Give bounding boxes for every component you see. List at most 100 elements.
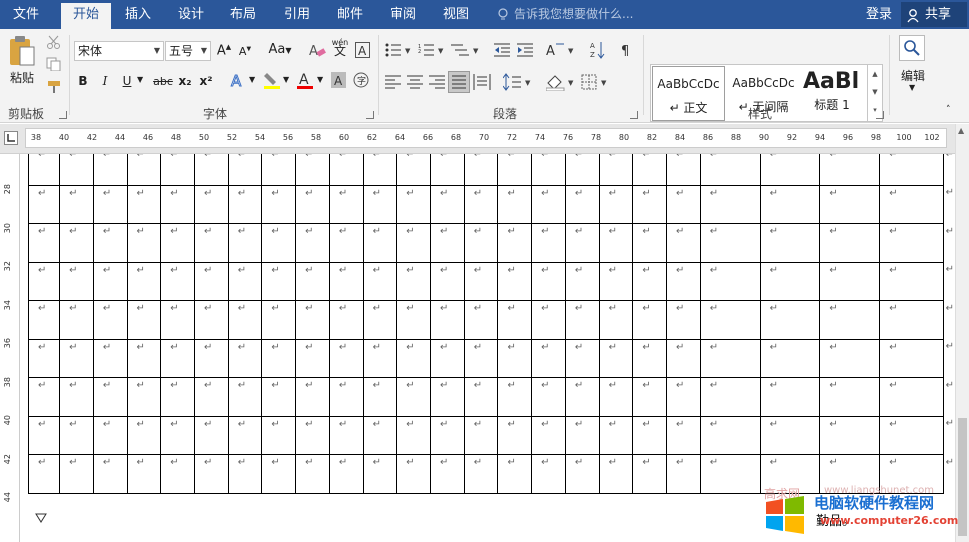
table-cell[interactable]: ↵ [295, 338, 330, 378]
table-cell[interactable]: ↵ [328, 454, 364, 494]
table-cell[interactable]: ↵ [160, 223, 195, 263]
table-cell[interactable]: ↵ [126, 223, 162, 263]
table-cell[interactable]: ↵ [160, 377, 195, 417]
table-cell[interactable]: ↵ [295, 223, 330, 263]
table-cell[interactable]: ↵ [362, 415, 398, 455]
table[interactable]: ↵ ↵ ↵ ↵ ↵ ↵ ↵ ↵ ↵ ↵ ↵ ↵ ↵ ↵ ↵ ↵ ↵ ↵ ↵ ↵ ↵ ↵ ↵ ↵ ↵ ↵ ↵ ↵ ↵ ↵ ↵ ↵ ↵ ↵ ↵ ↵ ↵ ↵ ↵ ↵… [27, 154, 955, 494]
table-cell[interactable]: ↵ [632, 377, 668, 417]
table-cell[interactable]: ↵ [879, 415, 944, 455]
font-color-dropdown[interactable]: ▼ [317, 75, 323, 84]
style-heading-1[interactable]: AaBl 标题 1 [801, 66, 863, 121]
table-cell[interactable]: ↵ [362, 338, 398, 378]
table-cell[interactable]: ↵ [819, 261, 881, 301]
cut-icon[interactable] [46, 35, 62, 49]
table-cell[interactable]: ↵ [59, 261, 94, 301]
table-cell[interactable]: ↵ [261, 300, 297, 340]
tab-selector[interactable] [4, 131, 18, 145]
distributed-icon[interactable] [473, 74, 491, 90]
enclose-characters-icon[interactable]: 字 [353, 72, 369, 88]
table-cell[interactable]: ↵ [160, 338, 195, 378]
table-cell[interactable]: ↵ [126, 261, 162, 301]
table-cell[interactable]: ↵ [759, 338, 821, 378]
table-cell[interactable]: ↵ [699, 154, 761, 186]
table-cell[interactable]: ↵ [227, 454, 263, 494]
table-cell[interactable]: ↵ [396, 454, 431, 494]
change-case-button[interactable]: Aa▼ [266, 42, 294, 57]
table-cell[interactable]: ↵ [59, 415, 94, 455]
table-cell[interactable]: ↵ [261, 454, 297, 494]
table-cell[interactable]: ↵ [160, 184, 195, 224]
table-cell[interactable]: ↵ [497, 154, 533, 186]
table-cell[interactable]: ↵ [362, 261, 398, 301]
table-cell[interactable]: ↵ [328, 338, 364, 378]
strikethrough-button[interactable]: abc [152, 75, 174, 88]
table-cell[interactable]: ↵ [92, 184, 128, 224]
table-cell[interactable]: ↵ [295, 377, 330, 417]
table-cell[interactable]: ↵ [92, 338, 128, 378]
table-cell[interactable]: ↵ [362, 377, 398, 417]
table-cell[interactable]: ↵ [261, 415, 297, 455]
table-cell[interactable]: ↵ [227, 223, 263, 263]
table-cell[interactable]: ↵ [328, 154, 364, 186]
tab-review[interactable]: 审阅 [380, 0, 426, 29]
table-cell[interactable]: ↵ [564, 300, 600, 340]
table-cell[interactable]: ↵ [819, 300, 881, 340]
table-cell[interactable]: ↵ [564, 184, 600, 224]
tab-design[interactable]: 设计 [168, 0, 214, 29]
sort-icon[interactable]: AZ [590, 40, 606, 60]
table-cell[interactable]: ↵ [819, 377, 881, 417]
table-cell[interactable]: ↵ [27, 454, 61, 494]
table-cell[interactable]: ↵ [463, 223, 499, 263]
search-icon[interactable] [899, 35, 925, 61]
table-cell[interactable]: ↵ [396, 338, 431, 378]
text-effects-dropdown[interactable]: ▼ [249, 75, 255, 84]
decrease-indent-icon[interactable] [494, 43, 510, 57]
table-cell[interactable]: ↵ [819, 338, 881, 378]
table-cell[interactable]: ↵ [666, 223, 701, 263]
table-cell[interactable]: ↵ [531, 300, 566, 340]
table-cell[interactable]: ↵ [759, 377, 821, 417]
table-cell[interactable]: ↵ [598, 184, 634, 224]
table-cell[interactable]: ↵ [396, 184, 431, 224]
table-cell[interactable]: ↵ [598, 154, 634, 186]
table-cell[interactable]: ↵ [328, 377, 364, 417]
table-cell[interactable]: ↵ [666, 261, 701, 301]
table-cell[interactable]: ↵ [463, 184, 499, 224]
character-shading-icon[interactable]: A [331, 72, 346, 88]
table-cell[interactable]: ↵ [27, 184, 61, 224]
table-cell[interactable]: ↵ [598, 415, 634, 455]
table-cell[interactable]: ↵ [92, 154, 128, 186]
table-cell[interactable]: ↵ [193, 300, 229, 340]
table-cell[interactable]: ↵ [295, 154, 330, 186]
document-area[interactable]: ↵ ↵ ↵ ↵ ↵ ↵ ↵ ↵ ↵ ↵ ↵ ↵ ↵ ↵ ↵ ↵ ↵ ↵ ↵ ↵ ↵ ↵ ↵ ↵ ↵ ↵ ↵ ↵ ↵ ↵ ↵ ↵ ↵ ↵ ↵ ↵ ↵ ↵ ↵ ↵… [21, 154, 955, 542]
borders-icon[interactable]: ▼ [581, 73, 611, 91]
table-cell[interactable]: ↵ [227, 261, 263, 301]
table-cell[interactable]: ↵ [598, 261, 634, 301]
table-cell[interactable]: ↵ [193, 338, 229, 378]
table-cell[interactable]: ↵ [126, 454, 162, 494]
table-cell[interactable]: ↵ [463, 454, 499, 494]
table-cell[interactable]: ↵ [396, 223, 431, 263]
align-right-icon[interactable] [429, 75, 445, 89]
table-cell[interactable]: ↵ [632, 261, 668, 301]
table-cell[interactable]: ↵ [362, 454, 398, 494]
table-cell[interactable]: ↵ [59, 223, 94, 263]
shading-icon[interactable]: ▼ [545, 73, 576, 92]
editing-dropdown[interactable]: ▼ [909, 83, 915, 92]
table-cell[interactable]: ↵ [759, 415, 821, 455]
table-cell[interactable]: ↵ [362, 184, 398, 224]
show-formatting-marks-icon[interactable]: ¶ [620, 42, 634, 59]
styles-dialog-launcher[interactable] [876, 111, 884, 119]
table-cell[interactable]: ↵ [666, 338, 701, 378]
table-cell[interactable]: ↵ [497, 454, 533, 494]
table-cell[interactable]: ↵ [328, 261, 364, 301]
table-cell[interactable]: ↵ [126, 154, 162, 186]
font-dialog-launcher[interactable] [366, 111, 374, 119]
table-cell[interactable]: ↵ [227, 377, 263, 417]
table-cell[interactable]: ↵ [92, 454, 128, 494]
table-cell[interactable]: ↵ [632, 454, 668, 494]
table-cell[interactable]: ↵ [227, 154, 263, 186]
table-cell[interactable]: ↵ [362, 154, 398, 186]
table-cell[interactable]: ↵ [598, 223, 634, 263]
table-cell[interactable]: ↵ [227, 184, 263, 224]
